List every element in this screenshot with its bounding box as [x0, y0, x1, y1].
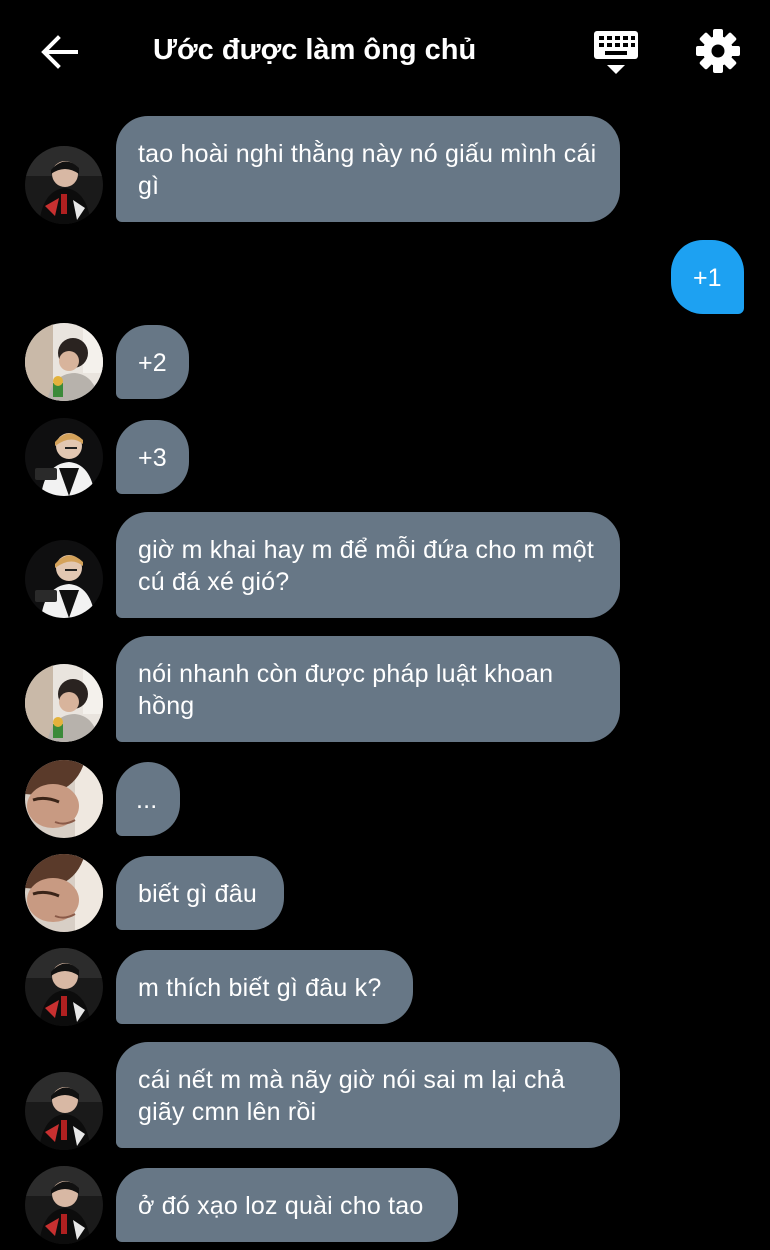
message-bubble[interactable]: tao hoài nghi thằng này nó giấu mình cái… [116, 116, 620, 222]
avatar[interactable] [25, 323, 103, 401]
chat-header: Ước được làm ông chủ [0, 0, 770, 100]
avatar[interactable] [25, 948, 103, 1026]
message-row: tao hoài nghi thằng này nó giấu mình cái… [0, 116, 770, 222]
keyboard-button[interactable] [590, 27, 642, 79]
message-row: cái nết m mà nãy giờ nói sai m lại chả g… [0, 1042, 770, 1148]
avatar[interactable] [25, 854, 103, 932]
message-bubble[interactable]: biết gì đâu [116, 856, 284, 930]
message-row: m thích biết gì đâu k? [0, 948, 770, 1026]
message-row: +1 [0, 240, 770, 314]
message-bubble[interactable]: cái nết m mà nãy giờ nói sai m lại chả g… [116, 1042, 620, 1148]
message-row: nói nhanh còn được pháp luật khoan hồng [0, 636, 770, 742]
message-row: +3 [0, 418, 770, 496]
message-bubble[interactable]: +3 [116, 420, 189, 494]
message-bubble[interactable]: giờ m khai hay m để mỗi đứa cho m một cú… [116, 512, 620, 618]
avatar[interactable] [25, 540, 103, 618]
message-bubble[interactable]: m thích biết gì đâu k? [116, 950, 413, 1024]
message-row: ở đó xạo loz quài cho tao [0, 1166, 770, 1244]
avatar[interactable] [25, 760, 103, 838]
message-row: +2 [0, 323, 770, 401]
back-button[interactable] [38, 30, 82, 74]
avatar[interactable] [25, 418, 103, 496]
conversation-title: Ước được làm ông chủ [153, 34, 477, 66]
avatar[interactable] [25, 664, 103, 742]
avatar[interactable] [25, 1072, 103, 1150]
message-row: biết gì đâu [0, 854, 770, 932]
arrow-left-icon [41, 35, 78, 69]
settings-button[interactable] [694, 27, 742, 75]
message-bubble[interactable]: +2 [116, 325, 189, 399]
message-bubble[interactable]: nói nhanh còn được pháp luật khoan hồng [116, 636, 620, 742]
avatar[interactable] [25, 146, 103, 224]
outgoing-message-bubble[interactable]: +1 [671, 240, 744, 314]
message-bubble[interactable]: ở đó xạo loz quài cho tao [116, 1168, 458, 1242]
avatar[interactable] [25, 1166, 103, 1244]
keyboard-icon [594, 31, 638, 74]
gear-icon [696, 29, 740, 73]
message-bubble[interactable]: ... [116, 762, 180, 836]
message-row: giờ m khai hay m để mỗi đứa cho m một cú… [0, 512, 770, 618]
message-row: ... [0, 760, 770, 838]
